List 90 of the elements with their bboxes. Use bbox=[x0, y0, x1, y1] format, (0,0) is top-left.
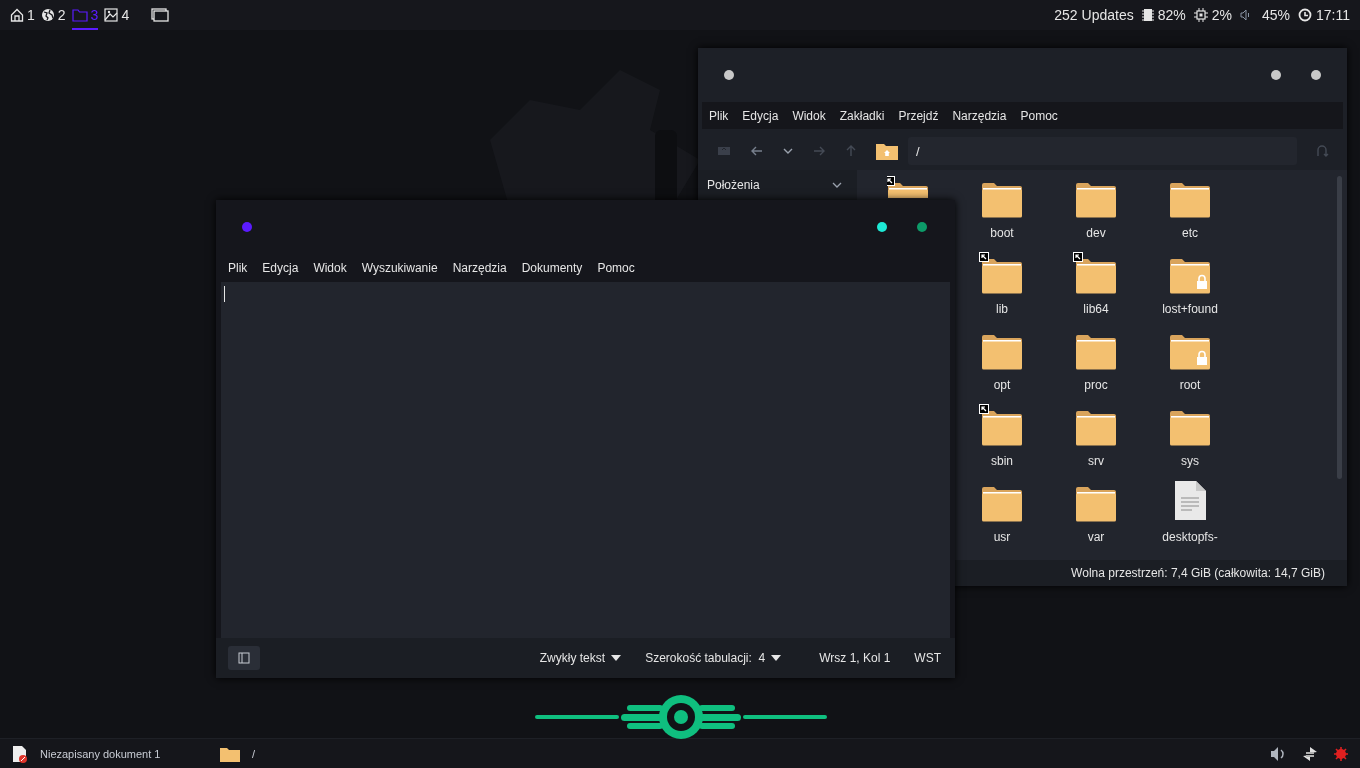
window-control-dot[interactable] bbox=[724, 70, 734, 80]
menu-item[interactable]: Narzędzia bbox=[952, 108, 1007, 123]
image-icon bbox=[104, 8, 119, 22]
syntax-dropdown[interactable]: Zwykły tekst bbox=[539, 651, 622, 665]
workspace-tab[interactable]: 1 bbox=[10, 0, 35, 30]
home-folder-icon[interactable] bbox=[876, 142, 898, 160]
file-name[interactable]: root bbox=[1179, 378, 1201, 392]
file-name[interactable]: usr bbox=[993, 530, 1011, 544]
transfer-arrows-icon[interactable] bbox=[1302, 745, 1318, 762]
file-name[interactable]: lib bbox=[996, 302, 1008, 316]
file-name[interactable]: lost+found bbox=[1162, 302, 1218, 316]
cursor-position: Wrsz 1, Kol 1 bbox=[819, 651, 891, 665]
folder-icon[interactable] bbox=[1169, 258, 1211, 294]
side-panel-icon bbox=[238, 652, 250, 664]
speaker-icon[interactable] bbox=[1270, 745, 1286, 762]
menu-item[interactable]: Edycja bbox=[742, 108, 779, 123]
file-name[interactable]: desktopfs- bbox=[1162, 530, 1218, 544]
file-name[interactable]: sbin bbox=[991, 454, 1013, 468]
file-name[interactable]: proc bbox=[1084, 378, 1108, 392]
status-text: 17:11 bbox=[1316, 7, 1350, 23]
menu-item[interactable]: Pomoc bbox=[1020, 108, 1058, 123]
folder-icon[interactable] bbox=[1075, 182, 1117, 218]
symlink-icon bbox=[1073, 252, 1083, 262]
file-name[interactable]: boot bbox=[990, 226, 1014, 240]
windows-overview-icon[interactable] bbox=[151, 8, 170, 22]
folder-icon[interactable] bbox=[1169, 410, 1211, 446]
folder-icon bbox=[71, 8, 88, 22]
folder-icon bbox=[220, 745, 240, 762]
workspace-tab[interactable]: 2 bbox=[40, 0, 66, 30]
file-name[interactable]: sys bbox=[1181, 454, 1199, 468]
cpu-icon bbox=[1193, 8, 1208, 22]
document-icon bbox=[12, 744, 28, 763]
menu-item[interactable]: Pomoc bbox=[597, 261, 635, 275]
back-arrow-icon[interactable] bbox=[750, 144, 764, 158]
caret-icon bbox=[611, 655, 622, 661]
menu-item[interactable]: Zakładki bbox=[839, 108, 885, 123]
folder-icon[interactable] bbox=[1169, 182, 1211, 218]
window-control-dot[interactable] bbox=[877, 222, 887, 232]
folder-icon[interactable] bbox=[1075, 258, 1117, 294]
window-control-dot[interactable] bbox=[917, 222, 927, 232]
folder-icon[interactable] bbox=[1075, 410, 1117, 446]
tab-width-dropdown[interactable]: Szerokość tabulacji: 4 bbox=[645, 651, 782, 665]
window-control-dot[interactable] bbox=[1311, 70, 1321, 80]
menu-item[interactable]: Plik bbox=[709, 108, 729, 123]
file-name[interactable]: opt bbox=[993, 378, 1011, 392]
folder-icon[interactable] bbox=[981, 258, 1023, 294]
folder-icon[interactable] bbox=[1075, 486, 1117, 522]
menu-item[interactable]: Widok bbox=[792, 108, 826, 123]
symlink-icon bbox=[979, 404, 989, 414]
menu-item[interactable]: Widok bbox=[313, 261, 347, 275]
file-name[interactable]: srv bbox=[1088, 454, 1104, 468]
file-name[interactable]: etc bbox=[1182, 226, 1198, 240]
sidebar-header[interactable]: Położenia bbox=[707, 178, 760, 192]
menu-item[interactable]: Edycja bbox=[262, 261, 299, 275]
taskbar-item[interactable]: / bbox=[220, 745, 256, 762]
insert-mode: WST bbox=[914, 651, 941, 665]
file-name[interactable]: lib64 bbox=[1083, 302, 1109, 316]
menu-item[interactable]: Plik bbox=[228, 261, 248, 275]
speaker-icon bbox=[1239, 9, 1252, 21]
symlink-icon bbox=[979, 252, 989, 262]
side-panel-button[interactable] bbox=[228, 646, 260, 670]
menu-item[interactable]: Dokumenty bbox=[521, 261, 583, 275]
menu-item[interactable]: Narzędzia bbox=[452, 261, 507, 275]
menu-item[interactable]: Przejdź bbox=[898, 108, 939, 123]
status-text: 252 Updates bbox=[1054, 7, 1134, 23]
file-name[interactable]: dev bbox=[1086, 226, 1106, 240]
folder-icon[interactable] bbox=[981, 182, 1023, 218]
home-icon bbox=[10, 8, 24, 22]
taskbar-item[interactable]: Niezapisany dokument 1 bbox=[12, 744, 220, 763]
location-field[interactable]: / bbox=[908, 137, 1297, 165]
globe-icon bbox=[40, 8, 55, 22]
folder-icon[interactable] bbox=[1075, 334, 1117, 370]
clock-icon bbox=[1298, 8, 1312, 22]
text-file-icon[interactable] bbox=[1172, 480, 1208, 522]
folder-icon[interactable] bbox=[981, 410, 1023, 446]
workspace-tab[interactable]: 4 bbox=[104, 0, 130, 30]
window-control-dot[interactable] bbox=[1271, 70, 1281, 80]
notification-icon[interactable] bbox=[1334, 746, 1348, 761]
status-text: 82% bbox=[1157, 7, 1186, 23]
menu-item[interactable]: Wyszukiwanie bbox=[361, 261, 438, 275]
window-control-dot[interactable] bbox=[242, 222, 252, 232]
folder-icon[interactable] bbox=[1169, 334, 1211, 370]
memory-chip-icon bbox=[1141, 8, 1154, 22]
folder-icon[interactable] bbox=[981, 334, 1023, 370]
status-text: 45% bbox=[1261, 7, 1290, 23]
folder-icon[interactable] bbox=[981, 486, 1023, 522]
free-space-text: Wolna przestrzeń: 7,4 GiB (całkowita: 14,7 GiB) bbox=[1071, 566, 1325, 580]
file-name[interactable]: var bbox=[1087, 530, 1105, 544]
caret-icon bbox=[771, 655, 782, 661]
status-text: 2% bbox=[1211, 7, 1232, 23]
